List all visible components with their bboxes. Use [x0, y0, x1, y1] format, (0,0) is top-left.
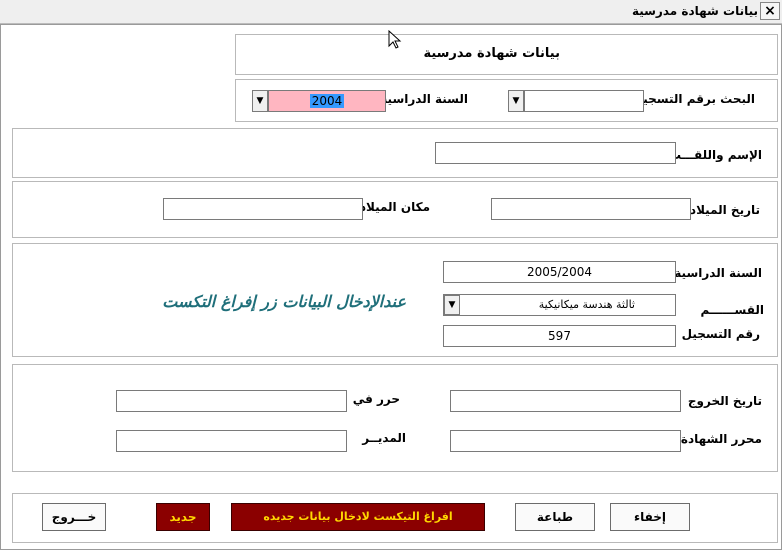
writer-label: محرر الشهادة	[680, 432, 762, 446]
writer-input[interactable]	[450, 430, 681, 452]
birth-place-label: مكان الميلاد	[359, 200, 430, 214]
instruction-note: عندالإدخال البيانات زر إفراغ التكست	[162, 292, 406, 311]
search-reg-label: البحث برقم التسجيل	[632, 92, 755, 106]
study-year-label: السنة الدراسية	[674, 266, 762, 280]
hide-button[interactable]: إخفاء	[610, 503, 690, 531]
study-year-input[interactable]: 2005/2004	[443, 261, 676, 283]
search-year-label: السنة الدراسية	[380, 92, 468, 106]
search-year-input[interactable]: 2004	[268, 90, 386, 112]
search-year-value: 2004	[309, 94, 345, 108]
reg-number-input[interactable]: 597	[443, 325, 676, 347]
birth-date-label: تاريخ الميلاد	[689, 203, 760, 217]
close-icon[interactable]: ×	[760, 2, 780, 20]
birth-place-input[interactable]	[163, 198, 363, 220]
mouse-cursor-icon	[388, 30, 402, 49]
title-bar: بيانات شهادة مدرسية ×	[0, 0, 782, 24]
chevron-down-icon[interactable]: ▼	[252, 90, 268, 112]
exit-date-input[interactable]	[450, 390, 681, 412]
director-input[interactable]	[116, 430, 347, 452]
birth-date-input[interactable]	[491, 198, 691, 220]
search-reg-input[interactable]	[524, 90, 644, 112]
dept-label: القســــــم	[700, 303, 765, 317]
written-in-label: حرر في	[352, 392, 400, 406]
chevron-down-icon[interactable]: ▼	[444, 295, 460, 315]
window-title: بيانات شهادة مدرسية	[631, 4, 758, 18]
clear-fields-button[interactable]: افراغ التيكست لادخال بيانات جديده	[231, 503, 485, 531]
form-title: بيانات شهادة مدرسية	[423, 46, 560, 61]
new-button[interactable]: جديد	[156, 503, 210, 531]
exit-date-label: تاريخ الخروج	[687, 394, 762, 408]
reg-number-label: رقم التسجيل	[681, 327, 760, 341]
chevron-down-icon[interactable]: ▼	[508, 90, 524, 112]
exit-button[interactable]: خـــروج	[42, 503, 106, 531]
director-label: المديــر	[362, 431, 406, 445]
print-button[interactable]: طباعة	[515, 503, 595, 531]
dept-select[interactable]: ثالثة هندسة ميكانيكية	[443, 294, 676, 316]
written-in-input[interactable]	[116, 390, 347, 412]
name-input[interactable]	[435, 142, 676, 164]
certificate-panel	[12, 364, 778, 472]
name-label: الإسم واللقـــب	[668, 148, 762, 162]
